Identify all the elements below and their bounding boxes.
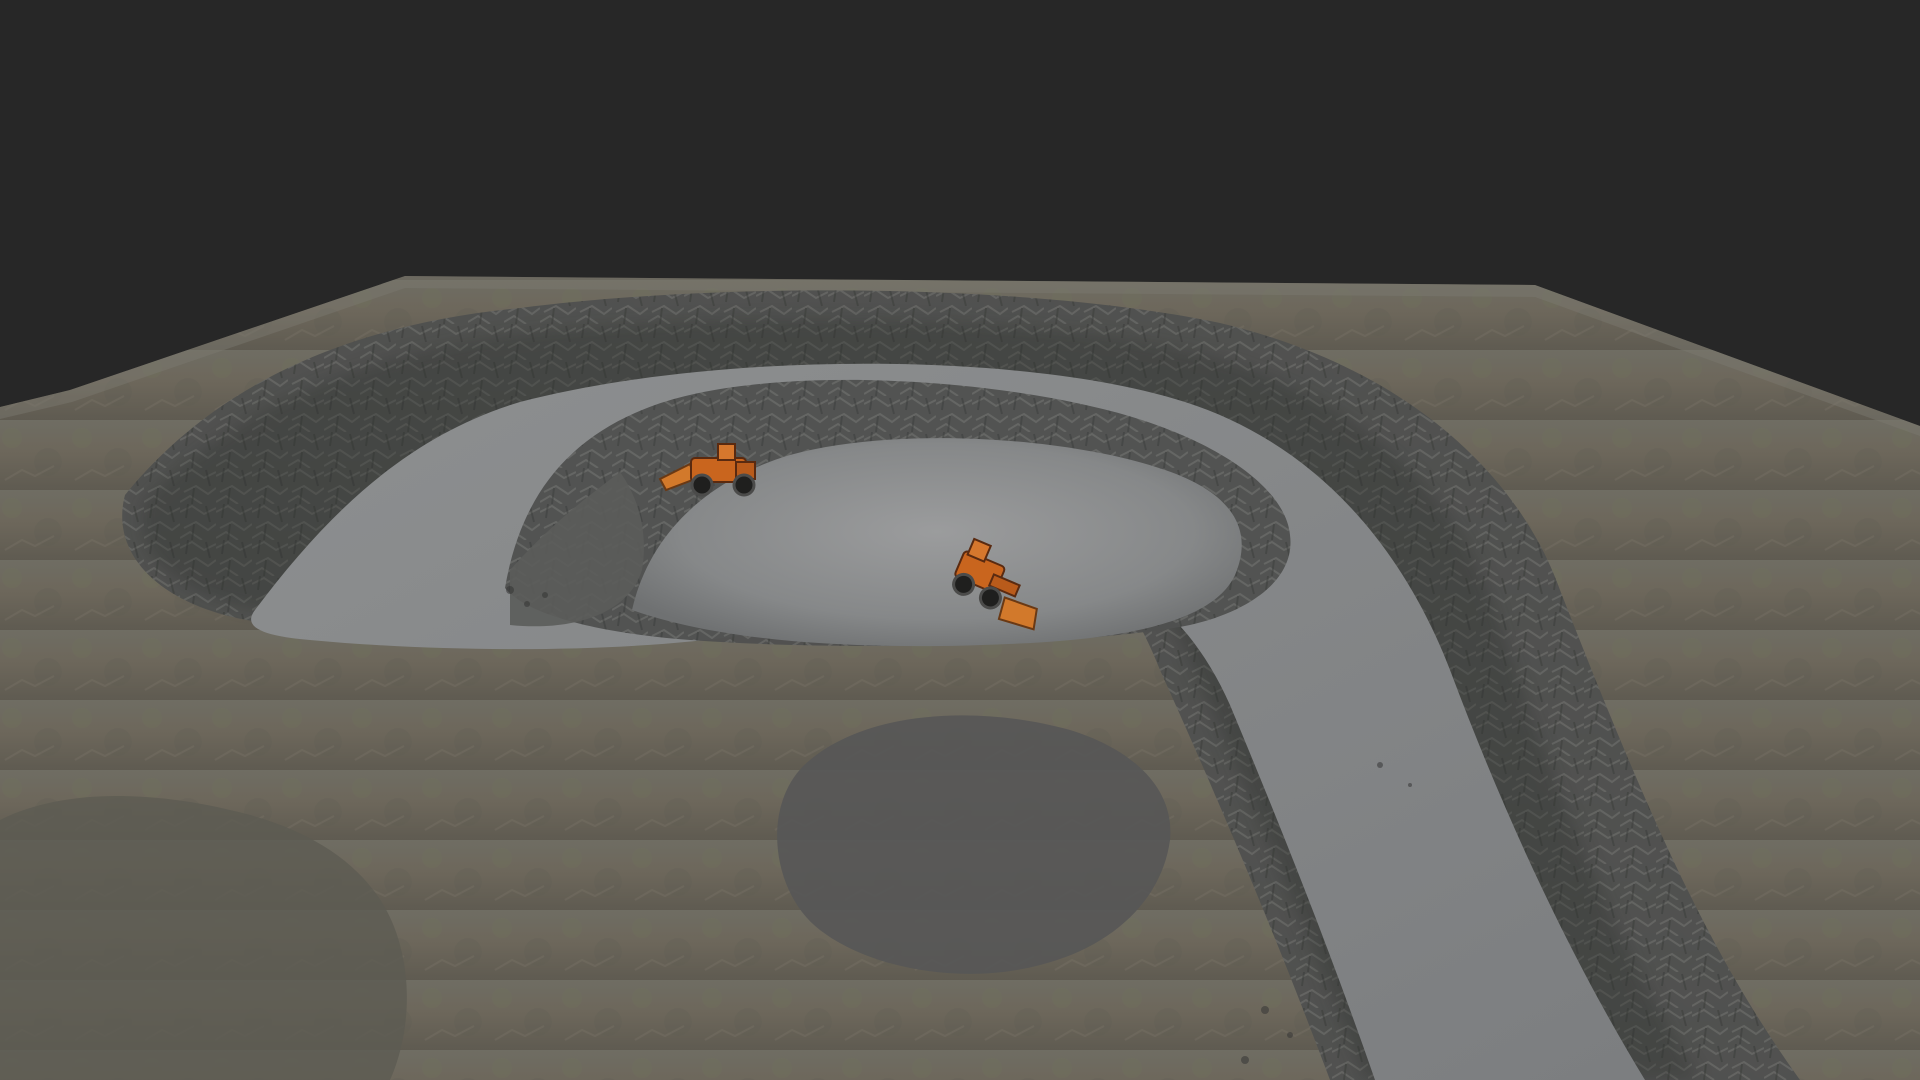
open-pit-mine-scene[interactable] xyxy=(0,0,1920,1080)
loader-1-cab xyxy=(717,443,736,461)
loader-1-wheel-front xyxy=(690,473,714,497)
loader-1-wheel-rear xyxy=(732,473,756,497)
3d-model-viewport[interactable] xyxy=(0,0,1920,1080)
